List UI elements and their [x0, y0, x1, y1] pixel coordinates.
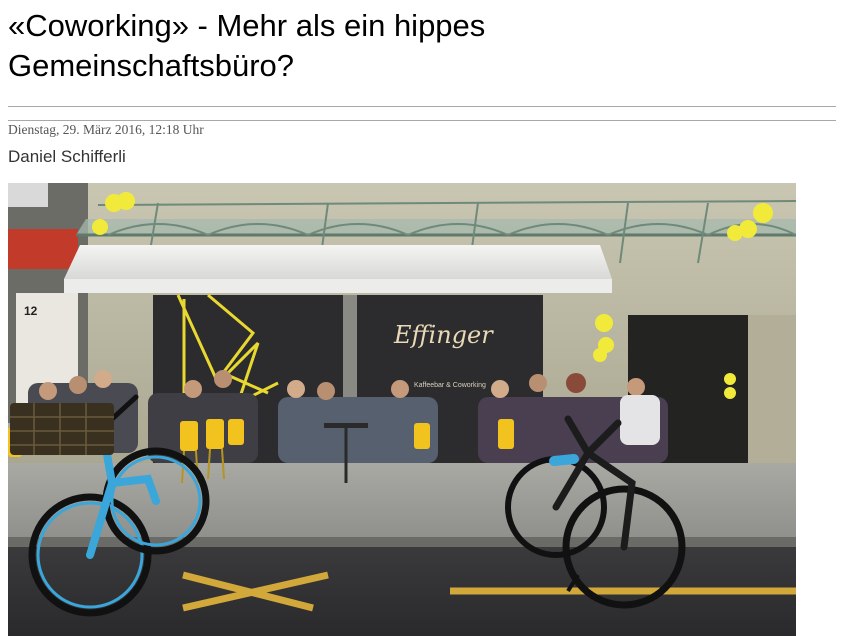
- article-photo: 12 Effinger Kaffeebar & Coworking: [8, 183, 796, 636]
- article-title: «Coworking» - Mehr als ein hippes Gemein…: [8, 6, 628, 86]
- cafe-table: [324, 423, 368, 428]
- article-title-line-2: Gemeinschaftsbüro?: [8, 48, 295, 83]
- article-page: «Coworking» - Mehr als ein hippes Gemein…: [0, 0, 848, 636]
- article-dateline: Dienstag, 29. März 2016, 12:18 Uhr: [8, 122, 204, 137]
- bicycle-basket: [10, 403, 114, 455]
- house-number: 12: [24, 304, 38, 318]
- article-title-line-1: «Coworking» - Mehr als ein hippes: [8, 8, 486, 43]
- effinger-sign: Effinger: [393, 321, 494, 349]
- effinger-subsign: Kaffeebar & Coworking: [414, 382, 486, 389]
- divider-top: [8, 106, 836, 107]
- article-author: Daniel Schifferli: [8, 147, 126, 166]
- red-sign: [8, 229, 78, 269]
- awning: [64, 245, 612, 279]
